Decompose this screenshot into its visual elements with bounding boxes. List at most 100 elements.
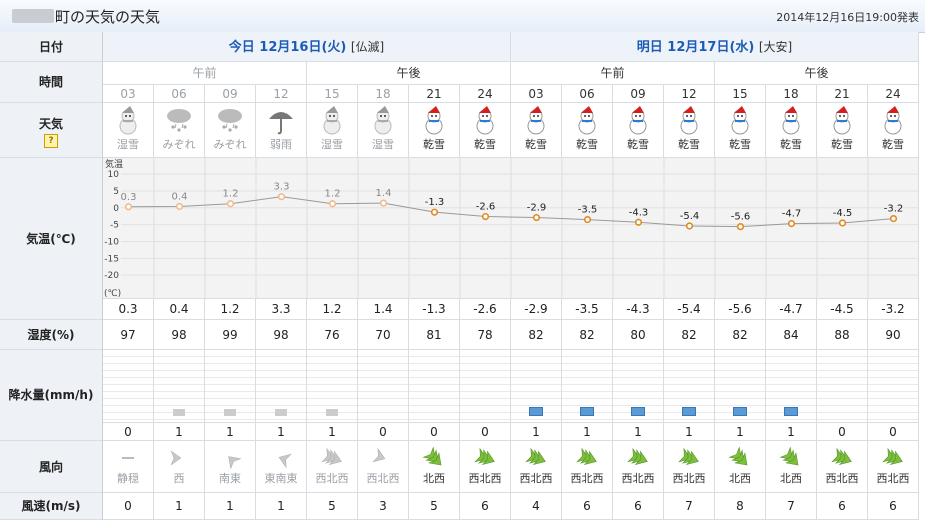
label-date: 日付 — [0, 32, 103, 62]
weather-cell: 乾雪 — [460, 103, 511, 158]
weather-cell: みぞれ — [205, 103, 256, 158]
wet-snow-icon — [119, 106, 137, 135]
rokuyo-label: [大安] — [758, 40, 793, 54]
wind-direction-label: 西北西 — [621, 472, 655, 485]
wind-direction-label: 西北西 — [876, 472, 910, 485]
weather-cell: 乾雪 — [817, 103, 868, 158]
hour-cell: 03 — [103, 85, 154, 103]
precip-bar-cell — [511, 350, 562, 423]
label-humidity-text: 湿度(%) — [27, 328, 75, 342]
weather-cell: 乾雪 — [511, 103, 562, 158]
weather-help-icon[interactable]: ? — [44, 134, 58, 148]
temperature-data-label: -2.6 — [476, 202, 496, 213]
temperature-value-text: -2.9 — [524, 302, 548, 316]
precip-value: 0 — [103, 423, 154, 441]
wind-speed-value: 0 — [103, 493, 154, 520]
temperature-point — [379, 199, 388, 207]
temperature-value-text: 0.4 — [169, 302, 189, 316]
precip-value: 0 — [817, 423, 868, 441]
temperature-point — [787, 220, 796, 228]
label-weather-text: 天気 — [38, 117, 63, 131]
wind-speed-value: 1 — [205, 493, 256, 520]
humidity-value-text: 97 — [120, 328, 136, 342]
precip-bar-cell — [766, 350, 817, 423]
wind-speed-value-text: 4 — [532, 499, 540, 513]
period-label: 午前 — [600, 66, 625, 80]
sleet-icon — [218, 109, 242, 132]
temperature-point — [277, 193, 286, 201]
weather-label: 乾雪 — [423, 138, 445, 151]
period-label: 午前 — [192, 66, 217, 80]
wind-speed-value-text: 6 — [481, 499, 489, 513]
temperature-data-label: -5.4 — [680, 211, 700, 222]
hour-cell: 24 — [460, 85, 511, 103]
precip-bar — [275, 409, 287, 416]
label-humidity: 湿度(%) — [0, 320, 103, 350]
wind-cell: 南東 — [205, 441, 256, 493]
humidity-value-text: 98 — [171, 328, 187, 342]
hour-cell: 24 — [868, 85, 919, 103]
y-axis-label: 気温 — [105, 158, 123, 170]
wind-speed-value-text: 3 — [379, 499, 387, 513]
temperature-line-chart: 10 5 0 -5 -10 -15 -20 気温 (℃) 0.3 0.4 1.2 3.3 1.2 1.4 -1… — [104, 158, 918, 298]
precip-value: 1 — [511, 423, 562, 441]
wind-speed-value: 3 — [358, 493, 409, 520]
precip-bar — [784, 407, 798, 416]
temperature-value-text: 0.3 — [118, 302, 138, 316]
hour-cell: 18 — [766, 85, 817, 103]
temperature-point — [838, 219, 847, 227]
humidity-value-text: 80 — [630, 328, 646, 342]
temperature-value: -3.2 — [868, 299, 919, 320]
wind-direction-label: 北西 — [423, 472, 445, 485]
precip-value: 1 — [307, 423, 358, 441]
rokuyo-label: [仏滅] — [350, 40, 385, 54]
temperature-point — [583, 215, 592, 224]
temperature-data-label: -4.7 — [782, 209, 802, 220]
weather-label: 乾雪 — [780, 138, 802, 151]
weather-label: 湿雪 — [372, 138, 394, 151]
humidity-value-text: 82 — [528, 328, 544, 342]
temperature-value-text: -3.2 — [881, 302, 905, 316]
redacted-place-name — [12, 9, 54, 23]
hour-cell-text: 06 — [579, 87, 595, 101]
label-time-text: 時間 — [38, 75, 63, 89]
humidity-value-text: 82 — [579, 328, 595, 342]
temperature-value-text: -3.5 — [575, 302, 599, 316]
wind-direction-label: 南東 — [219, 472, 241, 485]
wind-cell: 静穏 — [103, 441, 154, 493]
snowman-icon — [425, 106, 443, 135]
wind-cell: 西北西 — [511, 441, 562, 493]
precip-value: 0 — [868, 423, 919, 441]
wind-speed-value: 7 — [766, 493, 817, 520]
wind-speed-value-text: 0 — [124, 499, 132, 513]
wind-speed-value-text: 6 — [838, 499, 846, 513]
precip-value: 0 — [358, 423, 409, 441]
humidity-value: 84 — [766, 320, 817, 350]
weather-cell: 乾雪 — [613, 103, 664, 158]
temperature-point — [685, 222, 694, 230]
temperature-value: -4.3 — [613, 299, 664, 320]
wind-direction-label: 西北西 — [672, 472, 706, 485]
weather-label: 湿雪 — [117, 138, 139, 151]
wind-cell: 北西 — [766, 441, 817, 493]
precip-bar — [173, 409, 185, 416]
wind-speed-value-text: 8 — [736, 499, 744, 513]
wind-speed-value: 4 — [511, 493, 562, 520]
label-date-text: 日付 — [38, 40, 63, 54]
temperature-value: 0.4 — [154, 299, 205, 320]
snowman-icon — [680, 106, 698, 135]
wind-arrow-icon — [228, 456, 242, 469]
weather-label: 乾雪 — [678, 138, 700, 151]
temperature-value: -3.5 — [562, 299, 613, 320]
temperature-value: 0.3 — [103, 299, 154, 320]
temperature-value-text: 1.2 — [322, 302, 342, 316]
wind-speed-value-text: 5 — [430, 499, 438, 513]
weather-label: みぞれ — [162, 138, 196, 151]
temperature-value: 1.2 — [205, 299, 256, 320]
wind-speed-value: 5 — [409, 493, 460, 520]
precip-value-text: 1 — [583, 425, 591, 439]
temperature-point — [430, 208, 439, 216]
precip-value-text: 1 — [328, 425, 336, 439]
precip-bar-cell — [307, 350, 358, 423]
hour-cell-text: 09 — [222, 87, 238, 101]
